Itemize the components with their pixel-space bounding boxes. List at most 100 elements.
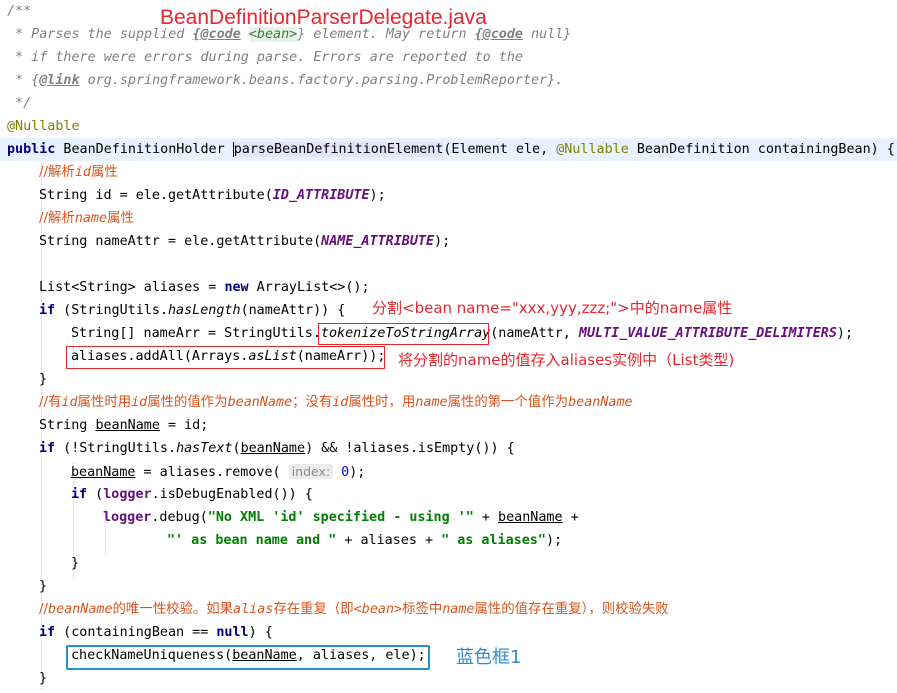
split-annotation: 分割<bean name="xxx,yyy,zzz;">中的name属性 bbox=[372, 299, 733, 317]
code-line-current: public BeanDefinitionHolder parseBeanDef… bbox=[0, 138, 897, 161]
code-text: } bbox=[39, 579, 48, 594]
code-text: BeanDefinition containingBean) { bbox=[628, 142, 895, 157]
code-text: (!StringUtils. bbox=[55, 441, 177, 456]
code-line: } bbox=[71, 552, 79, 575]
highlight-box-blue-1 bbox=[66, 645, 430, 670]
code-line: //有id属性时用id属性的值作为beanName；没有id属性时，用name属… bbox=[39, 391, 633, 414]
keyword: public bbox=[7, 142, 56, 157]
code-text: List<String> aliases = bbox=[39, 280, 225, 295]
string-literal: "No XML 'id' specified - using '" bbox=[207, 510, 474, 525]
string-literal: " as aliases" bbox=[441, 533, 546, 548]
code-text: + bbox=[473, 510, 499, 525]
code-text: ( bbox=[232, 441, 241, 456]
keyword: if bbox=[39, 303, 56, 318]
code-line: if (!StringUtils.hasText(beanName) && !a… bbox=[39, 437, 515, 460]
comment: //解析id属性 bbox=[39, 165, 118, 180]
javadoc-text: null} bbox=[523, 27, 572, 42]
code-text: ArrayList<>(); bbox=[248, 280, 370, 295]
code-line: if (containingBean == null) { bbox=[39, 621, 273, 644]
code-text: BeanDefinitionHolder bbox=[55, 142, 233, 157]
code-text: (Element ele, bbox=[443, 142, 557, 157]
code-line: * if there were errors during parse. Err… bbox=[7, 46, 523, 69]
keyword: if bbox=[39, 441, 56, 456]
variable: beanName bbox=[71, 465, 136, 480]
code-line: } bbox=[39, 368, 47, 391]
code-text: ) { bbox=[248, 625, 273, 640]
static-method: hasLength bbox=[168, 303, 241, 318]
code-line: String id = ele.getAttribute(ID_ATTRIBUT… bbox=[39, 184, 386, 207]
code-line: List<String> aliases = new ArrayList<>()… bbox=[39, 276, 370, 299]
comment: //beanName的唯一性校验。如果alias存在重复（即<bean>标签中n… bbox=[39, 602, 669, 617]
code-text: ( bbox=[87, 487, 104, 502]
keyword: if bbox=[71, 487, 88, 502]
field: logger bbox=[103, 510, 152, 525]
code-text: } bbox=[71, 556, 80, 571]
code-text: (nameAttr)) { bbox=[240, 303, 346, 318]
code-text: String[] nameArr = StringUtils. bbox=[71, 326, 321, 341]
javadoc-text: /** bbox=[7, 4, 32, 19]
code-text: ); bbox=[369, 188, 386, 203]
constant: MULTI_VALUE_ATTRIBUTE_DELIMITERS bbox=[578, 326, 837, 341]
code-editor[interactable]: /** * Parses the supplied {@code <bean>}… bbox=[0, 0, 897, 693]
code-text: ); bbox=[545, 533, 563, 548]
code-text: = id; bbox=[159, 418, 209, 433]
field: logger bbox=[103, 487, 152, 502]
file-title-annotation: BeanDefinitionParserDelegate.java bbox=[160, 6, 487, 29]
code-text: + bbox=[562, 510, 579, 525]
javadoc-text: * if there were errors during parse. Err… bbox=[7, 50, 523, 65]
code-line: @Nullable bbox=[7, 115, 80, 138]
code-line: */ bbox=[7, 92, 31, 115]
code-line: if (StringUtils.hasLength(nameAttr)) { bbox=[39, 299, 345, 322]
keyword: null bbox=[216, 625, 249, 640]
keyword: new bbox=[224, 280, 249, 295]
code-text: .debug( bbox=[151, 510, 208, 525]
keyword: if bbox=[39, 625, 56, 640]
code-text: } bbox=[39, 671, 48, 686]
javadoc-text: */ bbox=[7, 96, 32, 111]
highlight-box-tokenize bbox=[318, 323, 489, 345]
code-line: } bbox=[39, 667, 47, 690]
annotation: @Nullable bbox=[7, 119, 80, 134]
highlight-box-addall bbox=[66, 346, 385, 369]
code-line: if (logger.isDebugEnabled()) { bbox=[71, 483, 313, 506]
static-method: hasText bbox=[176, 441, 233, 456]
code-line: * {@link org.springframework.beans.facto… bbox=[7, 69, 563, 92]
code-text: String bbox=[39, 418, 96, 433]
code-text: (nameAttr, bbox=[490, 326, 579, 341]
javadoc-tag: @link bbox=[39, 73, 80, 88]
code-text: String id = ele.getAttribute( bbox=[39, 188, 273, 203]
code-line: String nameAttr = ele.getAttribute(NAME_… bbox=[39, 230, 450, 253]
code-line: //解析name属性 bbox=[39, 207, 134, 230]
code-text: ) && !aliases.isEmpty()) { bbox=[305, 441, 515, 456]
code-line: /** bbox=[7, 0, 31, 23]
code-line: } bbox=[39, 575, 47, 598]
variable: beanName bbox=[95, 418, 160, 433]
comment: //解析name属性 bbox=[39, 211, 134, 226]
javadoc-text: * { bbox=[7, 73, 40, 88]
code-line: "' as bean name and " + aliases + " as a… bbox=[167, 529, 562, 552]
code-line: //解析id属性 bbox=[39, 161, 118, 184]
parameter-hint: index: bbox=[288, 464, 334, 479]
blue-box-label: 蓝色框1 bbox=[456, 647, 522, 668]
code-text: .isDebugEnabled()) { bbox=[151, 487, 313, 502]
string-literal: "' as bean name and " bbox=[167, 533, 337, 548]
variable: beanName bbox=[498, 510, 563, 525]
code-text: ); bbox=[434, 234, 451, 249]
constant: NAME_ATTRIBUTE bbox=[321, 234, 435, 249]
code-text: = aliases.remove( bbox=[135, 465, 289, 480]
number-literal: 0 bbox=[333, 465, 350, 480]
annotation: @Nullable bbox=[556, 142, 629, 157]
javadoc-text: org.springframework.beans.factory.parsin… bbox=[79, 73, 564, 88]
code-line: beanName = aliases.remove( index: 0); bbox=[71, 460, 365, 483]
store-annotation: 将分割的name的值存入aliases实例中（List类型) bbox=[398, 351, 735, 369]
constant: ID_ATTRIBUTE bbox=[272, 188, 370, 203]
code-text: ); bbox=[349, 465, 366, 480]
code-text: ); bbox=[836, 326, 854, 341]
comment: //有id属性时用id属性的值作为beanName；没有id属性时，用name属… bbox=[39, 395, 633, 410]
code-text: String nameAttr = ele.getAttribute( bbox=[39, 234, 322, 249]
code-line: //beanName的唯一性校验。如果alias存在重复（即<bean>标签中n… bbox=[39, 598, 669, 621]
code-text: } bbox=[39, 372, 48, 387]
code-line: String beanName = id; bbox=[39, 414, 208, 437]
code-text: + aliases + bbox=[336, 533, 442, 548]
method-name[interactable]: parseBeanDefinitionElement bbox=[233, 142, 444, 157]
